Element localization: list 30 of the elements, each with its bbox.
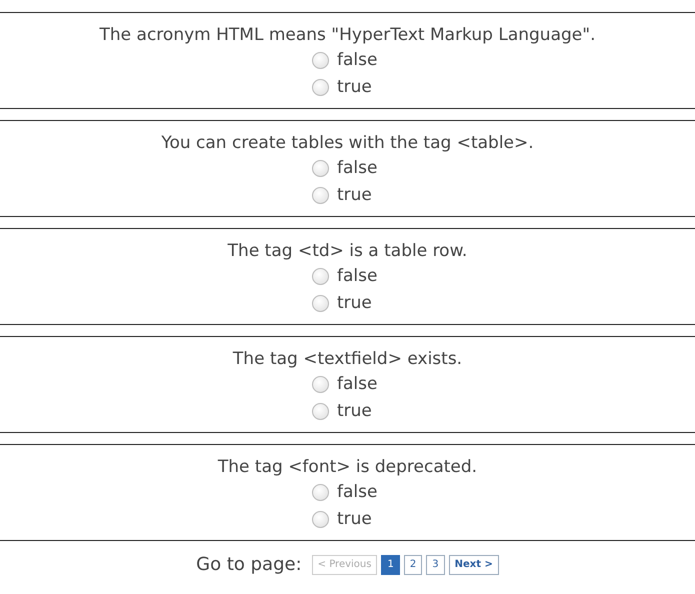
radio-button[interactable] (312, 79, 329, 96)
radio-button[interactable] (312, 52, 329, 69)
nav-button[interactable]: Next > (448, 554, 499, 574)
radio-button[interactable] (312, 295, 329, 312)
radio-button[interactable] (312, 376, 329, 393)
radio-button[interactable] (312, 187, 329, 204)
question-text: You can create tables with the tag <table>. (161, 132, 534, 155)
question-text: The tag <font> is deprecated. (218, 456, 478, 479)
radio-button[interactable] (312, 484, 329, 501)
radio-button[interactable] (312, 511, 329, 528)
option-label[interactable]: false (337, 480, 383, 506)
page-button[interactable]: 3 (426, 554, 445, 574)
option-label[interactable]: false (337, 48, 383, 74)
page-button[interactable]: 2 (404, 554, 422, 574)
radio-button[interactable] (312, 160, 329, 177)
question-text: The acronym HTML means "HyperText Markup Language". (100, 24, 596, 47)
question-text: The tag <textfield> exists. (232, 348, 462, 371)
radio-button[interactable] (312, 268, 329, 285)
option-label[interactable]: true (337, 182, 383, 208)
option-label[interactable]: true (337, 74, 383, 100)
option-label[interactable]: false (337, 156, 383, 182)
question-text: The tag <td> is a table row. (228, 240, 468, 263)
option-label[interactable]: true (337, 290, 383, 316)
option-label[interactable]: false (337, 372, 383, 398)
radio-button[interactable] (312, 403, 329, 420)
option-label[interactable]: true (337, 506, 383, 532)
page-button[interactable]: 1 (381, 554, 400, 574)
pagination-label: Go to page: (196, 553, 302, 577)
option-label[interactable]: true (337, 398, 383, 424)
option-label[interactable]: false (337, 264, 383, 290)
